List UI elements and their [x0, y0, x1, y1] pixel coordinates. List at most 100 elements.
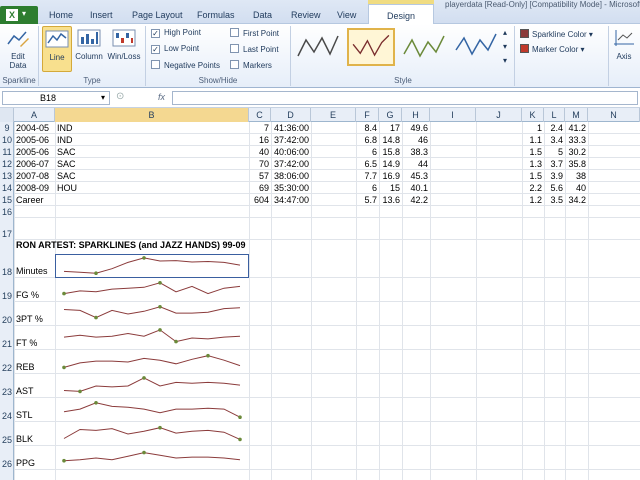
row-header[interactable]: 25 — [0, 435, 14, 445]
column-header-g[interactable]: G — [379, 108, 402, 122]
gallery-scroll-up[interactable]: ▴ — [503, 28, 507, 37]
sparkline-3pt-[interactable] — [56, 302, 248, 326]
cell-k12[interactable]: 1.3 — [522, 159, 542, 169]
cell-c9[interactable]: 7 — [249, 123, 269, 133]
cell-b12[interactable]: SAC — [57, 159, 137, 169]
cell-c12[interactable]: 70 — [249, 159, 269, 169]
spark-row-label[interactable]: FT % — [16, 338, 37, 348]
cell-l12[interactable]: 3.7 — [544, 159, 563, 169]
cell-b14[interactable]: HOU — [57, 183, 137, 193]
cell-d10[interactable]: 37:42:00 — [271, 135, 309, 145]
sparkline-style-4[interactable] — [452, 28, 500, 66]
cell-a12[interactable]: 2006-07 — [16, 159, 54, 169]
resize-handle-icon[interactable]: ⊙ — [116, 91, 124, 102]
cell-c13[interactable]: 57 — [249, 171, 269, 181]
cell-b11[interactable]: SAC — [57, 147, 137, 157]
name-box[interactable]: B18 — [2, 91, 110, 105]
column-header-m[interactable]: M — [565, 108, 588, 122]
cell-d9[interactable]: 41:36:00 — [271, 123, 309, 133]
cell-f10[interactable]: 6.8 — [356, 135, 377, 145]
insert-function-button[interactable]: fx — [158, 92, 165, 102]
cell-h15[interactable]: 42.2 — [402, 195, 428, 205]
formula-input[interactable] — [172, 91, 638, 105]
cell-l14[interactable]: 5.6 — [544, 183, 563, 193]
cell-f11[interactable]: 6 — [356, 147, 377, 157]
tab-design[interactable]: Design — [368, 4, 434, 25]
column-header-f[interactable]: F — [356, 108, 379, 122]
row-header[interactable]: 12 — [0, 159, 14, 169]
cell-l9[interactable]: 2.4 — [544, 123, 563, 133]
spark-row-label[interactable]: 3PT % — [16, 314, 43, 324]
cell-g9[interactable]: 17 — [379, 123, 400, 133]
row-header[interactable]: 23 — [0, 387, 14, 397]
cell-l10[interactable]: 3.4 — [544, 135, 563, 145]
sparkline-stl[interactable] — [56, 398, 248, 422]
cell-g13[interactable]: 16.9 — [379, 171, 400, 181]
tab-page-layout[interactable]: Page Layout — [132, 10, 183, 20]
high-point-checkbox[interactable]: ✓ High Point — [151, 28, 201, 38]
row-header[interactable]: 21 — [0, 339, 14, 349]
spark-row-label[interactable]: AST — [16, 386, 34, 396]
low-point-checkbox[interactable]: ✓ Low Point — [151, 44, 199, 54]
cell-f15[interactable]: 5.7 — [356, 195, 377, 205]
edit-data-button[interactable]: Edit Data — [2, 26, 34, 72]
column-type-button[interactable]: Column — [74, 26, 104, 72]
row-header[interactable]: 11 — [0, 147, 14, 157]
cell-l13[interactable]: 3.9 — [544, 171, 563, 181]
cell-g14[interactable]: 15 — [379, 183, 400, 193]
sparkline-minutes[interactable] — [56, 254, 248, 278]
row-header[interactable]: 15 — [0, 195, 14, 205]
cell-m9[interactable]: 41.2 — [565, 123, 586, 133]
cell-m14[interactable]: 40 — [565, 183, 586, 193]
cell-b13[interactable]: SAC — [57, 171, 137, 181]
tab-review[interactable]: Review — [291, 10, 321, 20]
row-header[interactable]: 22 — [0, 363, 14, 373]
column-header-i[interactable]: I — [430, 108, 476, 122]
column-header-b[interactable]: B — [55, 108, 249, 122]
row-header[interactable]: 20 — [0, 315, 14, 325]
row-header[interactable]: 10 — [0, 135, 14, 145]
sparkline-ppg[interactable] — [56, 446, 248, 470]
cell-h14[interactable]: 40.1 — [402, 183, 428, 193]
spark-row-label[interactable]: PPG — [16, 458, 35, 468]
cell-d14[interactable]: 35:30:00 — [271, 183, 309, 193]
cell-f13[interactable]: 7.7 — [356, 171, 377, 181]
cell-m10[interactable]: 33.3 — [565, 135, 586, 145]
row-header[interactable]: 13 — [0, 171, 14, 181]
cell-a10[interactable]: 2005-06 — [16, 135, 54, 145]
cell-l11[interactable]: 5 — [544, 147, 563, 157]
first-point-checkbox[interactable]: First Point — [230, 28, 279, 38]
cell-m12[interactable]: 35.8 — [565, 159, 586, 169]
cell-a15[interactable]: Career — [16, 195, 54, 205]
sparkline-style-1[interactable] — [294, 28, 342, 66]
row-header[interactable]: 24 — [0, 411, 14, 421]
cell-k15[interactable]: 1.2 — [522, 195, 542, 205]
sparkline-fg-[interactable] — [56, 278, 248, 302]
cell-a11[interactable]: 2005-06 — [16, 147, 54, 157]
cell-m13[interactable]: 38 — [565, 171, 586, 181]
cell-a13[interactable]: 2007-08 — [16, 171, 54, 181]
sparkline-ast[interactable] — [56, 374, 248, 398]
spark-row-label[interactable]: FG % — [16, 290, 39, 300]
row-header[interactable]: 19 — [0, 291, 14, 301]
cell-d15[interactable]: 34:47:00 — [271, 195, 309, 205]
gallery-scroll-down[interactable]: ▾ — [503, 42, 507, 51]
cell-f9[interactable]: 8.4 — [356, 123, 377, 133]
spark-row-label[interactable]: STL — [16, 410, 33, 420]
cell-k11[interactable]: 1.5 — [522, 147, 542, 157]
cell-h12[interactable]: 44 — [402, 159, 428, 169]
marker-color-button[interactable]: Marker Color ▾ — [520, 44, 584, 54]
win-loss-type-button[interactable]: Win/Loss — [106, 26, 142, 72]
row-header[interactable]: 9 — [0, 123, 14, 133]
column-header-a[interactable]: A — [14, 108, 55, 122]
row-header[interactable]: 26 — [0, 459, 14, 469]
tab-data[interactable]: Data — [253, 10, 272, 20]
column-header-d[interactable]: D — [271, 108, 311, 122]
file-menu-button[interactable]: X ▾ — [0, 6, 38, 24]
column-header-j[interactable]: J — [476, 108, 522, 122]
line-type-button[interactable]: Line — [42, 26, 72, 72]
chevron-down-icon[interactable]: ▾ — [101, 93, 105, 102]
cell-f14[interactable]: 6 — [356, 183, 377, 193]
axis-button[interactable]: Axis — [610, 26, 638, 72]
spark-row-label[interactable]: Minutes — [16, 266, 48, 276]
